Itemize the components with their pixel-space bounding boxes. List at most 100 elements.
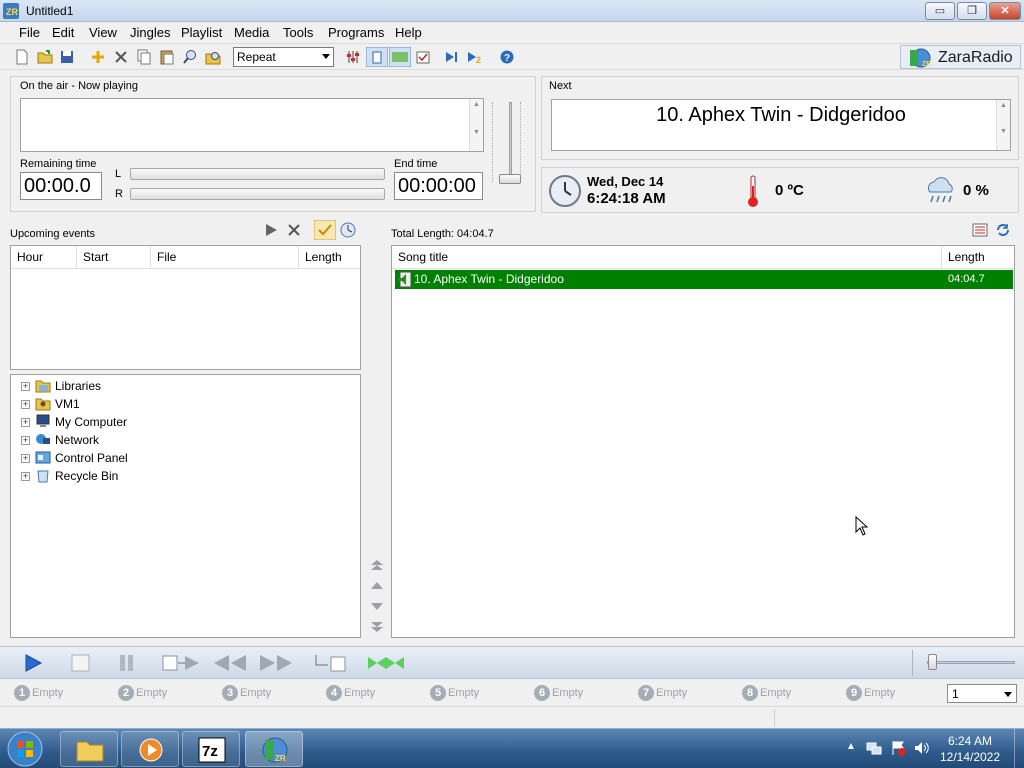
- move-to-bottom-icon[interactable]: [369, 619, 385, 635]
- svg-text:ZR: ZR: [922, 61, 931, 68]
- playlist-header: Song title Length: [392, 246, 1014, 269]
- next-label: Next: [549, 80, 572, 92]
- waveform-icon[interactable]: [389, 47, 411, 67]
- position-slider-handle[interactable]: [928, 654, 937, 670]
- expand-icon[interactable]: +: [21, 418, 30, 427]
- show-hidden-icons-icon[interactable]: ▲: [846, 741, 856, 752]
- col-song-title[interactable]: Song title: [392, 246, 942, 269]
- skip-to-icon[interactable]: [443, 48, 461, 66]
- jingle-slot-3[interactable]: 3 Empty: [222, 684, 271, 702]
- jingle-slot-5[interactable]: 5 Empty: [430, 684, 479, 702]
- enable-events-icon[interactable]: [314, 220, 336, 240]
- next-scrollbar[interactable]: ▲ ▼: [996, 100, 1010, 150]
- events-list[interactable]: Hour Start File Length: [10, 245, 361, 370]
- equalizer-icon[interactable]: [344, 48, 362, 66]
- slot-page-value: 1: [952, 687, 959, 701]
- jingle-slot-1[interactable]: 1 Empty: [14, 684, 63, 702]
- schedule-icon[interactable]: [340, 222, 356, 238]
- chevron-down-icon: [322, 54, 330, 59]
- new-file-icon[interactable]: [13, 48, 31, 66]
- taskbar-media-player[interactable]: [121, 731, 179, 767]
- volume-slider-handle[interactable]: [499, 174, 521, 184]
- move-down-icon[interactable]: [369, 600, 385, 612]
- help-icon[interactable]: ?: [498, 48, 516, 66]
- jingle-slot-7[interactable]: 7 Empty: [638, 684, 687, 702]
- maximize-button[interactable]: ❐: [957, 2, 987, 20]
- player-view-icon[interactable]: [366, 47, 388, 67]
- pause-icon[interactable]: [117, 653, 137, 673]
- menu-file[interactable]: File: [19, 25, 40, 40]
- taskbar-explorer[interactable]: [60, 731, 118, 767]
- start-button-icon[interactable]: [5, 730, 45, 768]
- col-file[interactable]: File: [151, 246, 299, 269]
- rewind-icon[interactable]: [212, 653, 248, 673]
- skip-next-icon[interactable]: 2: [466, 48, 484, 66]
- volume-tray-icon[interactable]: [914, 740, 930, 756]
- open-folder-icon[interactable]: [36, 48, 54, 66]
- crossfade-icon[interactable]: [366, 655, 406, 671]
- playlist-row[interactable]: 10. Aphex Twin - Didgeridoo 04:04.7: [395, 270, 1013, 289]
- jingle-slot-2[interactable]: 2 Empty: [118, 684, 167, 702]
- menu-media[interactable]: Media: [234, 25, 269, 40]
- col-length[interactable]: Length: [299, 246, 360, 269]
- menu-jingles[interactable]: Jingles: [130, 25, 170, 40]
- now-playing-scrollbar[interactable]: ▲ ▼: [469, 99, 483, 151]
- show-desktop-button[interactable]: [1014, 729, 1024, 768]
- playlist[interactable]: Song title Length: [391, 245, 1015, 638]
- play-icon[interactable]: [22, 653, 44, 673]
- action-center-icon[interactable]: [890, 740, 906, 756]
- menu-tools[interactable]: Tools: [283, 25, 313, 40]
- move-up-icon[interactable]: [369, 580, 385, 592]
- taskbar-zararadio[interactable]: ZR: [245, 731, 303, 767]
- file-tree[interactable]: + Libraries + VM1 + My Computer + Networ…: [10, 374, 361, 638]
- fast-forward-icon[interactable]: [258, 653, 294, 673]
- svg-text:7z: 7z: [202, 743, 218, 760]
- network-tray-icon[interactable]: [866, 740, 882, 756]
- delete-icon[interactable]: [112, 48, 130, 66]
- expand-icon[interactable]: +: [21, 454, 30, 463]
- menu-view[interactable]: View: [89, 25, 117, 40]
- expand-icon[interactable]: +: [21, 472, 30, 481]
- play-event-icon[interactable]: [264, 223, 278, 237]
- jingle-slot-6[interactable]: 6 Empty: [534, 684, 583, 702]
- close-button[interactable]: ✕: [989, 2, 1021, 20]
- slot-page-select[interactable]: 1: [947, 684, 1017, 703]
- remove-event-icon[interactable]: [287, 223, 301, 237]
- jingle-slot-4[interactable]: 4 Empty: [326, 684, 375, 702]
- paste-icon[interactable]: [158, 48, 176, 66]
- next-song-title: 10. Aphex Twin - Didgeridoo: [656, 104, 906, 126]
- volume-slider[interactable]: [492, 100, 528, 186]
- menu-programs[interactable]: Programs: [328, 25, 384, 40]
- playlist-options-icon[interactable]: [972, 222, 988, 238]
- taskbar-clock[interactable]: 6:24 AM 12/14/2022: [930, 733, 1010, 765]
- jingle-slot-8[interactable]: 8 Empty: [742, 684, 791, 702]
- expand-icon[interactable]: +: [21, 382, 30, 391]
- col-start[interactable]: Start: [77, 246, 151, 269]
- info-temperature: 0 ºC: [775, 182, 804, 199]
- add-icon[interactable]: [89, 48, 107, 66]
- jingle-slot-9[interactable]: 9 Empty: [846, 684, 895, 702]
- find-icon[interactable]: [181, 48, 199, 66]
- copy-icon[interactable]: [135, 48, 153, 66]
- refresh-icon[interactable]: [995, 222, 1011, 238]
- repeat-mode-select[interactable]: Repeat: [233, 47, 334, 67]
- menu-edit[interactable]: Edit: [52, 25, 74, 40]
- menu-help[interactable]: Help: [395, 25, 422, 40]
- position-slider[interactable]: [927, 661, 1015, 664]
- col-song-length[interactable]: Length: [942, 246, 1014, 269]
- find-folder-icon[interactable]: [204, 48, 222, 66]
- move-to-top-icon[interactable]: [369, 557, 385, 573]
- stop-icon[interactable]: [71, 654, 91, 672]
- events-icon[interactable]: [414, 48, 432, 66]
- info-humidity: 0 %: [963, 182, 989, 199]
- taskbar-7zip[interactable]: 7z: [182, 731, 240, 767]
- cue-icon[interactable]: [313, 652, 349, 674]
- col-hour[interactable]: Hour: [11, 246, 77, 269]
- minimize-button[interactable]: ▭: [925, 2, 955, 20]
- transport-bar: [0, 646, 1024, 679]
- expand-icon[interactable]: +: [21, 400, 30, 409]
- expand-icon[interactable]: +: [21, 436, 30, 445]
- menu-playlist[interactable]: Playlist: [181, 25, 222, 40]
- stop-and-play-icon[interactable]: [161, 653, 203, 673]
- save-icon[interactable]: [58, 48, 76, 66]
